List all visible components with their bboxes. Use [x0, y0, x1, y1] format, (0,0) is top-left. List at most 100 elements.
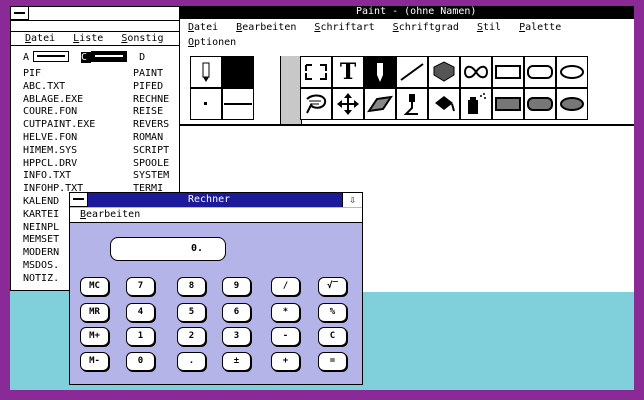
paint-menubar: Datei Bearbeiten Schriftart Schriftgrad …	[176, 21, 634, 35]
drive-a[interactable]: A	[23, 51, 69, 63]
selection-icon	[305, 64, 327, 80]
paint-roller-tool[interactable]	[396, 88, 428, 120]
file-list-item[interactable]: PIF	[23, 68, 95, 81]
curve-tool[interactable]	[460, 56, 492, 88]
fm-menu-liste[interactable]: Liste	[73, 32, 103, 45]
calc-key[interactable]: %	[318, 303, 347, 322]
calc-key[interactable]: 7	[126, 277, 155, 296]
calc-key[interactable]: 6	[222, 303, 251, 322]
paint-titlebar[interactable]: Paint - (ohne Namen)	[176, 6, 634, 19]
calc-key[interactable]: M+	[80, 327, 109, 346]
file-list-item[interactable]: PAINT	[133, 68, 169, 81]
file-list-item[interactable]: ABLAGE.EXE	[23, 94, 95, 107]
lasso-tool[interactable]	[300, 88, 332, 120]
text-tool[interactable]: T	[332, 56, 364, 88]
brush-icon	[377, 63, 383, 82]
eraser-tool[interactable]	[364, 88, 396, 120]
rectangle-tool[interactable]	[492, 56, 524, 88]
calc-key[interactable]: MR	[80, 303, 109, 322]
eraser-icon	[367, 95, 393, 113]
rounded-rect-icon	[527, 65, 553, 79]
calc-key[interactable]: -	[271, 327, 300, 346]
calc-key[interactable]: +	[271, 352, 300, 371]
calc-key[interactable]: √‾	[318, 277, 347, 296]
calc-key[interactable]: 5	[177, 303, 206, 322]
file-list-item[interactable]: SPOOLE	[133, 158, 169, 171]
fill-color-swatch[interactable]	[222, 56, 254, 88]
file-list-item[interactable]: HIMEM.SYS	[23, 145, 95, 158]
calc-key[interactable]: 1	[126, 327, 155, 346]
file-list-item[interactable]: CUTPAINT.EXE	[23, 119, 95, 132]
text-icon: T	[339, 59, 357, 85]
file-list-item[interactable]: HPPCL.DRV	[23, 158, 95, 171]
selection-tool[interactable]	[300, 56, 332, 88]
calc-key[interactable]: 4	[126, 303, 155, 322]
paint-menu-schriftgrad[interactable]: Schriftgrad	[393, 21, 459, 35]
calc-key[interactable]: 2	[177, 327, 206, 346]
brush-tool[interactable]	[364, 56, 396, 88]
file-manager-system-menu-icon[interactable]	[11, 7, 29, 20]
file-list-col2: PAINT PIFED RECHNE REISE REVERS ROMAN SCRIPT SP…	[133, 68, 169, 196]
file-list-item[interactable]: COURE.FON	[23, 106, 95, 119]
file-list-item[interactable]: REVERS	[133, 119, 169, 132]
fm-menu-sonstig[interactable]: Sonstig	[121, 32, 163, 45]
file-list-item[interactable]: SCRIPT	[133, 145, 169, 158]
calc-key[interactable]: .	[177, 352, 206, 371]
fill-bucket-tool[interactable]	[428, 88, 460, 120]
calc-menu-bearbeiten[interactable]: Bearbeiten	[80, 208, 140, 222]
calc-key[interactable]: =	[318, 352, 347, 371]
calc-key[interactable]: 9	[222, 277, 251, 296]
calc-key[interactable]: M-	[80, 352, 109, 371]
calculator-titlebar[interactable]: Rechner ⇩	[70, 193, 362, 207]
paint-roller-icon	[404, 94, 418, 115]
file-list-item[interactable]: REISE	[133, 106, 169, 119]
ellipse-icon	[560, 65, 584, 79]
file-list-item[interactable]: PIFED	[133, 81, 169, 94]
calc-key[interactable]: C	[318, 327, 347, 346]
filled-ellipse-tool[interactable]	[556, 88, 588, 120]
file-list-item[interactable]: ABC.TXT	[23, 81, 95, 94]
calc-key[interactable]: 3	[222, 327, 251, 346]
calc-key[interactable]: ±	[222, 352, 251, 371]
calculator-system-menu-icon[interactable]	[70, 193, 88, 207]
dot-width-tool[interactable]	[190, 88, 222, 120]
file-list-item[interactable]: ROMAN	[133, 132, 169, 145]
calc-key[interactable]: 8	[177, 277, 206, 296]
minimize-icon[interactable]: ⇩	[342, 193, 362, 207]
calculator-window: Rechner ⇩ Bearbeiten 0. MC 7 8 9 / √‾ MR 4 5 6 *% M…	[69, 192, 363, 385]
paint-menu-stil[interactable]: Stil	[477, 21, 501, 35]
calc-key[interactable]: *	[271, 303, 300, 322]
lasso-icon	[306, 94, 327, 114]
file-list-item[interactable]: RECHNE	[133, 94, 169, 107]
filled-rectangle-tool[interactable]	[492, 88, 524, 120]
paint-palette-divider	[280, 56, 302, 126]
paint-menu-datei[interactable]: Datei	[188, 21, 218, 35]
drive-d[interactable]: D	[139, 52, 149, 63]
file-manager-titlebar[interactable]	[11, 7, 179, 21]
move-tool[interactable]	[332, 88, 364, 120]
ellipse-tool[interactable]	[556, 56, 588, 88]
spray-fill-icon	[433, 61, 455, 82]
line-width-icon	[224, 103, 252, 105]
file-list-item[interactable]: INFO.TXT	[23, 170, 95, 183]
rounded-rect-tool[interactable]	[524, 56, 556, 88]
line-tool[interactable]	[396, 56, 428, 88]
filled-rounded-rect-tool[interactable]	[524, 88, 556, 120]
fm-menu-datei[interactable]: Datei	[25, 32, 55, 45]
paint-menu-palette[interactable]: Palette	[519, 21, 561, 35]
calc-key[interactable]: MC	[80, 277, 109, 296]
toolbox-divider	[176, 124, 634, 126]
filled-ellipse-icon	[560, 97, 584, 111]
paint-menu-schriftart[interactable]: Schriftart	[314, 21, 374, 35]
paint-menu-bearbeiten[interactable]: Bearbeiten	[236, 21, 296, 35]
pencil-tool[interactable]	[190, 56, 222, 88]
calc-key[interactable]: /	[271, 277, 300, 296]
file-list-item[interactable]: SYSTEM	[133, 170, 169, 183]
drive-c[interactable]: C	[81, 51, 128, 63]
file-list-item[interactable]: HELVE.FON	[23, 132, 95, 145]
calc-key[interactable]: 0	[126, 352, 155, 371]
paint-menu-optionen[interactable]: Optionen	[188, 36, 236, 50]
spray-can-tool[interactable]	[460, 88, 492, 120]
line-width-tool[interactable]	[222, 88, 254, 120]
spray-fill-tool[interactable]	[428, 56, 460, 88]
